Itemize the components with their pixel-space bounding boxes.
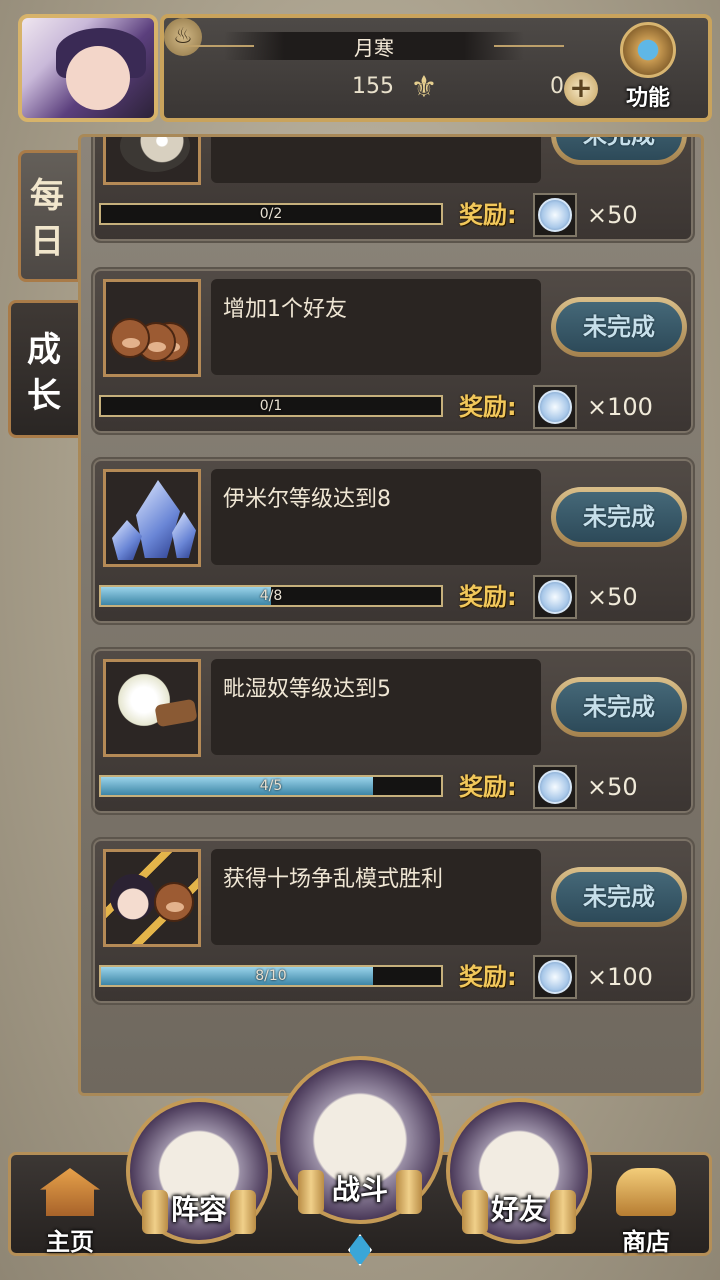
tab-growth[interactable]: 成长 — [8, 300, 84, 438]
house-icon — [40, 1168, 100, 1216]
nav-home[interactable]: 主页 — [22, 1168, 118, 1256]
scroll-ornament — [396, 1170, 422, 1214]
task-progress-bar: 4/8 — [99, 585, 443, 607]
task-status-button[interactable]: 未完成 — [551, 867, 687, 927]
bears-icon — [103, 279, 201, 377]
avatar-face — [66, 46, 130, 110]
task-status-button[interactable]: 未完成 — [551, 487, 687, 547]
progress-text: 4/8 — [259, 588, 283, 604]
reward-coin-slot — [533, 193, 577, 237]
reward-label: 奖励: — [459, 393, 517, 421]
task-card: 获得十场争乱模式胜利 未完成 8/10 奖励: ×100 — [91, 837, 695, 1005]
function-button[interactable]: 功能 — [604, 22, 692, 116]
task-description — [211, 137, 541, 183]
task-description: 获得十场争乱模式胜利 — [211, 849, 541, 945]
task-description: 毗湿奴等级达到5 — [211, 659, 541, 755]
nav-home-label: 主页 — [46, 1228, 94, 1256]
currency1-value: 155 — [352, 74, 394, 99]
gear-icon — [620, 22, 676, 78]
reward-label: 奖励: — [459, 201, 517, 229]
reward-quantity: ×50 — [587, 583, 638, 611]
nav-shop-label: 商店 — [622, 1228, 670, 1256]
coin-icon — [538, 960, 572, 994]
progress-text: 0/1 — [259, 398, 283, 414]
task-card: 伊米尔等级达到8 未完成 4/8 奖励: ×50 — [91, 457, 695, 625]
player-info-bar: 月寒 ♨ 155 ⚜ 0 + 功能 — [160, 14, 712, 122]
task-progress-bar: 8/10 — [99, 965, 443, 987]
flower-icon — [103, 659, 201, 757]
task-status-label: 未完成 — [556, 137, 682, 160]
task-status-label: 未完成 — [556, 872, 682, 922]
task-status-button[interactable]: 未完成 — [551, 297, 687, 357]
tab-growth-label: 成长 — [27, 330, 65, 416]
tab-daily[interactable]: 每日 — [18, 150, 80, 282]
task-status-button[interactable]: 未完成 — [551, 677, 687, 737]
reward-coin-slot — [533, 385, 577, 429]
scroll-ornament — [298, 1170, 324, 1214]
bear-icon — [154, 882, 194, 922]
reward-label: 奖励: — [459, 583, 517, 611]
plus-icon[interactable]: + — [564, 72, 598, 106]
crystal-shard — [112, 520, 142, 560]
crystal-icon — [103, 469, 201, 567]
task-card: 未完成 0/2 奖励: ×50 — [91, 137, 695, 243]
bear-icon — [110, 318, 150, 358]
task-progress-bar: 0/1 — [99, 395, 443, 417]
player-avatar[interactable] — [18, 14, 158, 122]
progress-text: 0/2 — [259, 206, 283, 222]
coin-icon — [538, 390, 572, 424]
task-status-label: 未完成 — [556, 492, 682, 542]
battle-icon — [103, 849, 201, 947]
crystal-shard — [136, 480, 180, 558]
scroll-ornament — [462, 1190, 488, 1234]
task-status-label: 未完成 — [556, 682, 682, 732]
scroll-ornament — [230, 1190, 256, 1234]
reward-label: 奖励: — [459, 773, 517, 801]
coin-icon — [538, 198, 572, 232]
reward-coin-slot — [533, 765, 577, 809]
reward-coin-slot — [533, 955, 577, 999]
nav-friends[interactable]: 好友 — [446, 1098, 592, 1244]
nav-shop[interactable]: 商店 — [598, 1168, 694, 1256]
reward-label: 奖励: — [459, 963, 517, 991]
task-list-panel[interactable]: 未完成 0/2 奖励: ×50 增加1个好友 未完成 0/1 奖励: ×100 — [78, 134, 704, 1096]
task-description: 伊米尔等级达到8 — [211, 469, 541, 565]
task-description: 增加1个好友 — [211, 279, 541, 375]
player-name: 月寒 — [184, 32, 564, 60]
task-card: 毗湿奴等级达到5 未完成 4/5 奖励: ×50 — [91, 647, 695, 815]
scroll-ornament — [550, 1190, 576, 1234]
coin-icon — [538, 580, 572, 614]
reward-quantity: ×50 — [587, 201, 638, 229]
task-progress-bar: 0/2 — [99, 203, 443, 225]
top-header: 月寒 ♨ 155 ⚜ 0 + 功能 — [8, 8, 712, 122]
currency2-value: 0 — [550, 74, 564, 99]
coin-icon — [538, 770, 572, 804]
nav-lineup[interactable]: 阵容 — [126, 1098, 272, 1244]
function-label: 功能 — [625, 86, 670, 111]
treasure-chest-icon — [616, 1168, 676, 1216]
girl-icon — [110, 874, 156, 920]
task-progress-bar: 4/5 — [99, 775, 443, 797]
task-status-button[interactable]: 未完成 — [551, 137, 687, 165]
task-card: 增加1个好友 未完成 0/1 奖励: ×100 — [91, 267, 695, 435]
reward-quantity: ×50 — [587, 773, 638, 801]
flame-currency-icon: ♨ — [164, 18, 202, 56]
scroll-ornament — [142, 1190, 168, 1234]
task-status-label: 未完成 — [556, 302, 682, 352]
butterfly-icon: ⚜ — [410, 70, 438, 105]
nav-battle[interactable]: 战斗 — [276, 1056, 444, 1224]
reward-quantity: ×100 — [587, 963, 653, 991]
egg-icon — [103, 137, 201, 185]
reward-quantity: ×100 — [587, 393, 653, 421]
progress-text: 4/5 — [259, 778, 283, 794]
progress-text: 8/10 — [255, 968, 287, 984]
tab-daily-label: 每日 — [30, 176, 68, 262]
reward-coin-slot — [533, 575, 577, 619]
